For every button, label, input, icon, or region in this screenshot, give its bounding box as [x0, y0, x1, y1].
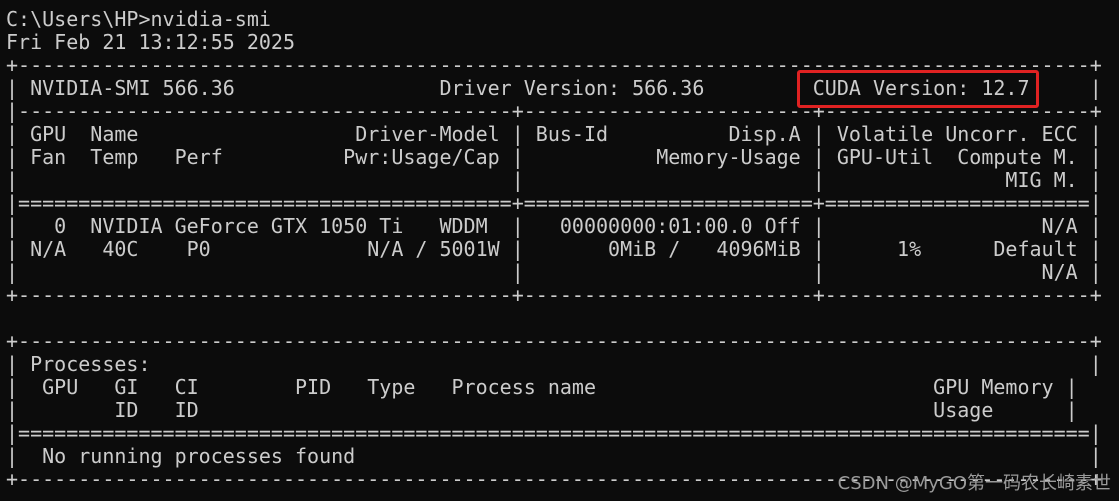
- timestamp-line: Fri Feb 21 13:12:55 2025: [6, 30, 295, 54]
- header-row-1: | GPU Name Driver-Model | Bus-Id Disp.A …: [6, 122, 1102, 146]
- processes-border-top: +---------------------------------------…: [6, 329, 1102, 353]
- table-border-top: +---------------------------------------…: [6, 53, 1102, 77]
- version-row: | NVIDIA-SMI 566.36 Driver Version: 566.…: [6, 76, 1102, 100]
- no-processes-row: | No running processes found |: [6, 444, 1102, 468]
- processes-separator: |=======================================…: [6, 421, 1102, 445]
- watermark-text: CSDN @MyGO第一码农长崎素世: [837, 473, 1111, 494]
- header-row-2: | Fan Temp Perf Pwr:Usage/Cap | Memory-U…: [6, 145, 1102, 169]
- processes-title-row: | Processes: |: [6, 352, 1102, 376]
- table-border-bottom: +---------------------------------------…: [6, 283, 1102, 307]
- header-row-3: | | | MIG M. |: [6, 168, 1102, 192]
- gpu-row-3: | | | N/A |: [6, 260, 1102, 284]
- processes-header-row-2: | ID ID Usage |: [6, 398, 1078, 422]
- processes-header-row-1: | GPU GI CI PID Type Process name GPU Me…: [6, 375, 1078, 399]
- gpu-row-2: | N/A 40C P0 N/A / 5001W | 0MiB / 4096Mi…: [6, 237, 1102, 261]
- table-separator: |---------------------------------------…: [6, 99, 1102, 123]
- gpu-row-1: | 0 NVIDIA GeForce GTX 1050 Ti WDDM | 00…: [6, 214, 1102, 238]
- prompt-line: C:\Users\HP>nvidia-smi: [6, 7, 271, 31]
- terminal-output: C:\Users\HP>nvidia-smi Fri Feb 21 13:12:5…: [6, 8, 1102, 491]
- header-separator: |=======================================…: [6, 191, 1102, 215]
